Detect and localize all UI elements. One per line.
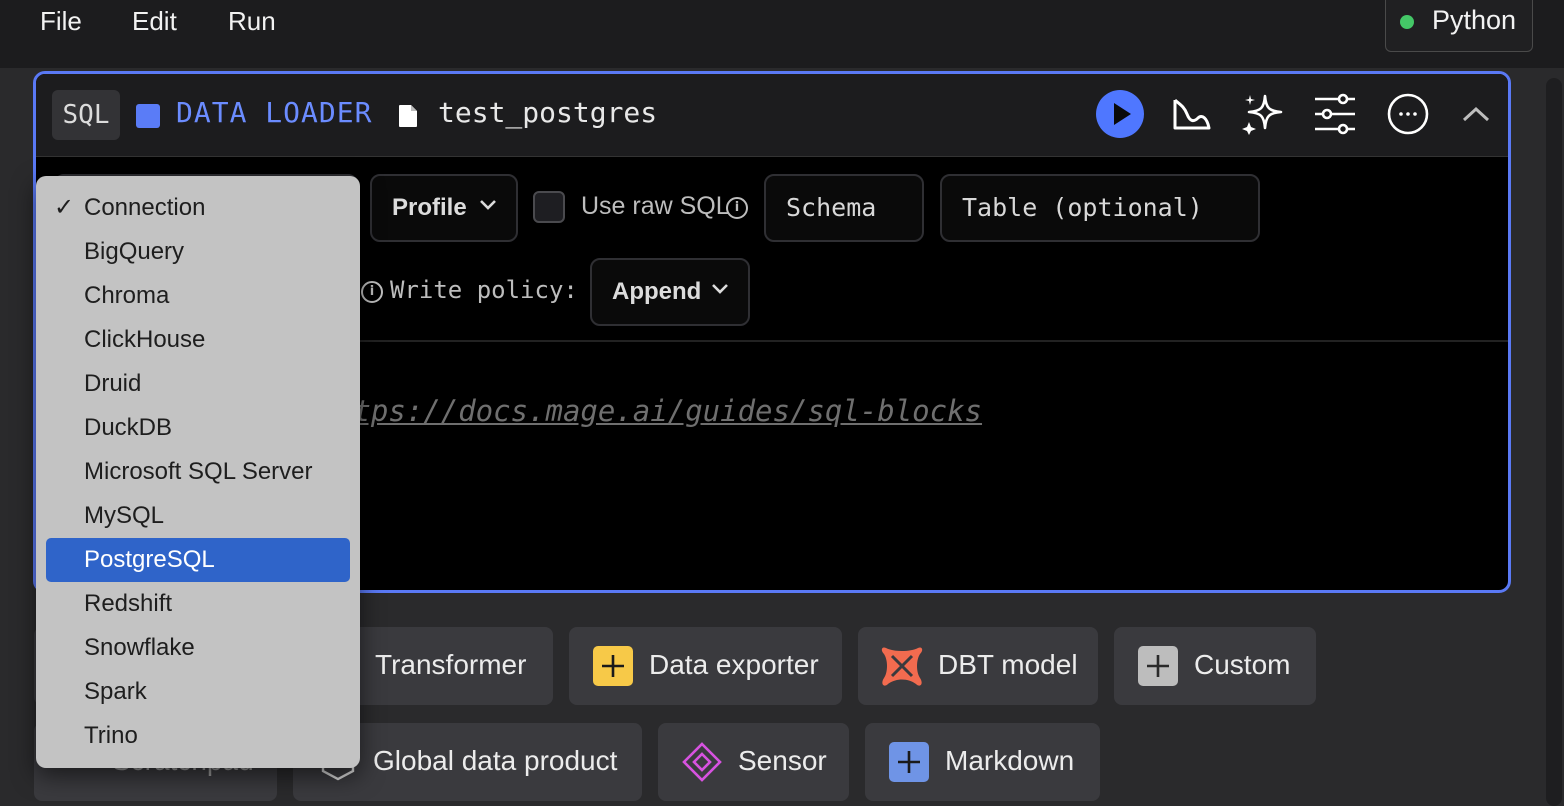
chevron-down-icon — [478, 198, 498, 217]
vertical-scrollbar[interactable] — [1546, 78, 1562, 806]
block-type-color-icon — [136, 104, 160, 128]
profile-select-label: Profile — [392, 194, 467, 221]
dropdown-option-label: PostgreSQL — [84, 546, 215, 573]
dropdown-option-postgresql[interactable]: PostgreSQL — [46, 538, 350, 582]
block-header: SQL DATA LOADER test_postgres — [36, 74, 1508, 157]
menu-file[interactable]: File — [40, 6, 82, 37]
dropdown-option-mssql[interactable]: Microsoft SQL Server — [46, 450, 350, 494]
add-markdown-label: Markdown — [945, 745, 1075, 776]
dropdown-option-label: BigQuery — [84, 238, 185, 265]
dropdown-option-duckdb[interactable]: DuckDB — [46, 406, 350, 450]
dropdown-option-label: Redshift — [84, 590, 173, 617]
add-data-exporter-button[interactable]: Data exporter — [569, 627, 842, 705]
editor-docs-link[interactable]: ttps://docs.mage.ai/guides/sql-blocks — [336, 394, 982, 428]
chevron-down-icon — [710, 282, 730, 301]
add-custom-button[interactable]: Custom — [1114, 627, 1316, 705]
schema-placeholder: Schema — [786, 193, 877, 222]
menu-bar: File Edit Run Python — [0, 0, 1564, 68]
dropdown-option-clickhouse[interactable]: ClickHouse — [46, 318, 350, 362]
write-policy-select[interactable]: Append — [590, 258, 750, 326]
dbt-icon — [880, 644, 924, 693]
dropdown-option-spark[interactable]: Spark — [46, 670, 350, 714]
block-settings-button[interactable] — [1307, 90, 1363, 142]
use-raw-sql-label: Use raw SQL — [581, 192, 730, 220]
dropdown-option-label: Snowflake — [84, 634, 195, 661]
use-raw-sql-checkbox[interactable] — [533, 191, 565, 223]
menu-edit[interactable]: Edit — [132, 6, 177, 37]
plus-icon — [889, 742, 929, 782]
add-dbt-model-button[interactable]: DBT model — [858, 627, 1098, 705]
dropdown-option-druid[interactable]: Druid — [46, 362, 350, 406]
more-options-button[interactable] — [1380, 90, 1436, 142]
sensor-icon — [682, 742, 722, 787]
dropdown-option-label: Connection — [84, 194, 206, 221]
block-file-name[interactable]: test_postgres — [438, 96, 657, 129]
checkmark-icon: ✓ — [54, 193, 75, 221]
kernel-selector[interactable]: Python — [1385, 0, 1533, 52]
info-icon[interactable]: i — [726, 197, 748, 219]
dropdown-option-label: DuckDB — [84, 414, 173, 441]
table-input[interactable]: Table (optional) — [940, 174, 1260, 242]
chevron-up-icon — [1461, 104, 1491, 129]
dropdown-option-label: Chroma — [84, 282, 170, 309]
profile-select[interactable]: Profile — [370, 174, 518, 242]
file-icon — [398, 104, 418, 128]
dropdown-option-chroma[interactable]: Chroma — [46, 274, 350, 318]
run-block-button[interactable] — [1092, 89, 1148, 144]
plus-icon — [1138, 646, 1178, 686]
table-placeholder: Table (optional) — [962, 193, 1203, 222]
dropdown-option-trino[interactable]: Trino — [46, 714, 350, 758]
write-policy-info-icon[interactable]: i — [361, 281, 383, 303]
chart-icon — [1172, 96, 1212, 137]
dropdown-option-mysql[interactable]: MySQL — [46, 494, 350, 538]
dropdown-option-connection[interactable]: ✓ Connection — [46, 186, 350, 230]
kernel-label: Python — [1432, 5, 1517, 35]
schema-input[interactable]: Schema — [764, 174, 924, 242]
run-icon — [1095, 89, 1145, 144]
settings-sliders-icon — [1313, 93, 1357, 140]
add-sensor-label: Sensor — [738, 745, 827, 776]
add-markdown-button[interactable]: Markdown — [865, 723, 1100, 801]
write-policy-value: Append — [612, 278, 702, 305]
chart-button[interactable] — [1164, 90, 1220, 142]
menu-run[interactable]: Run — [228, 6, 276, 37]
dropdown-option-label: MySQL — [84, 502, 165, 529]
more-icon — [1386, 92, 1430, 141]
ai-generate-button[interactable] — [1235, 90, 1291, 142]
add-data-exporter-label: Data exporter — [649, 649, 819, 680]
dropdown-option-bigquery[interactable]: BigQuery — [46, 230, 350, 274]
add-global-data-product-label: Global data product — [373, 745, 618, 776]
plus-icon — [593, 646, 633, 686]
block-language-badge: SQL — [52, 90, 120, 140]
connection-dropdown-menu: ✓ Connection BigQuery Chroma ClickHouse … — [36, 176, 360, 768]
add-custom-label: Custom — [1194, 649, 1291, 680]
dropdown-option-label: Druid — [84, 370, 142, 397]
sparkle-icon — [1241, 92, 1285, 141]
dropdown-option-label: Spark — [84, 678, 147, 705]
dropdown-option-label: ClickHouse — [84, 326, 206, 353]
dropdown-option-label: Trino — [84, 722, 138, 749]
dropdown-option-redshift[interactable]: Redshift — [46, 582, 350, 626]
add-transformer-label: Transformer — [375, 649, 527, 680]
dropdown-option-snowflake[interactable]: Snowflake — [46, 626, 350, 670]
write-policy-label: Write policy: — [390, 276, 578, 304]
add-dbt-model-label: DBT model — [938, 649, 1078, 680]
collapse-block-button[interactable] — [1448, 90, 1504, 142]
dropdown-option-label: Microsoft SQL Server — [84, 458, 313, 485]
block-type-label: DATA LOADER — [176, 96, 373, 129]
kernel-status-icon — [1400, 15, 1414, 29]
add-sensor-button[interactable]: Sensor — [658, 723, 849, 801]
